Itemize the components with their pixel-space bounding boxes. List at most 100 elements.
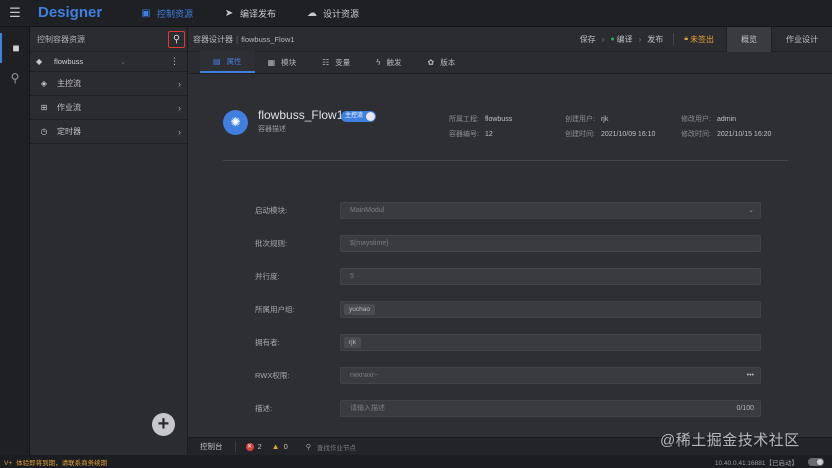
tree-item-job-flow[interactable]: ⊞ 作业流 › xyxy=(30,96,187,120)
chevron-down-icon: ⌄ xyxy=(748,207,754,214)
server-status: 10.40.0.41:16881【已启动】 xyxy=(715,457,832,467)
description-counter: 0/100 xyxy=(736,405,754,412)
owner-input[interactable]: rjk xyxy=(340,334,761,351)
rwx-value: rwxrwxr-- xyxy=(350,372,379,379)
batch-rule-value: ${maystime} xyxy=(350,240,389,247)
property-tabs: ▤ 属性 ▦ 模块 ☷ 变量 ϟ 触发 ✿ 版本 xyxy=(188,51,832,74)
form-row-owner: 拥有者: rjk xyxy=(188,334,832,351)
tree-item-label: 定时器 xyxy=(57,127,81,136)
rwx-label: RWX权限: xyxy=(255,371,290,380)
flow-name: flowbuss_Flow1 xyxy=(258,108,344,122)
tab-versions[interactable]: ✿ 版本 xyxy=(415,51,469,73)
start-module-select[interactable]: MainModul ⌄ xyxy=(340,202,761,219)
lock-icon: 🔒︎ xyxy=(684,35,688,42)
breadcrumb-leaf: flowbuss_Flow1 xyxy=(241,34,295,44)
form-row-user-group: 所属用户组: yuchao xyxy=(188,301,832,318)
description-placeholder: 请输入描述 xyxy=(350,405,385,412)
tree-item-timer[interactable]: ◷ 定时器 › xyxy=(30,120,187,144)
add-resource-button[interactable]: + xyxy=(152,413,175,436)
meta-key: 修改时间: xyxy=(681,131,711,138)
concurrency-input[interactable]: 5 xyxy=(340,268,761,285)
checkout-status[interactable]: 🔒︎ 未签出 xyxy=(684,34,714,45)
more-horizontal-icon[interactable]: ••• xyxy=(747,368,754,383)
arrow-right-icon: › xyxy=(601,34,605,44)
form-row-batch-rule: 批次规则: ${maystime} xyxy=(188,235,832,252)
resource-search-button[interactable]: ⚲ xyxy=(168,30,185,48)
top-nav: ▣ 控制资源 ➤ 编译发布 ☁ 设计资源 xyxy=(140,0,389,27)
nav-label: 设计资源 xyxy=(323,9,360,19)
meta-value: 2021/10/09 16:10 xyxy=(600,131,656,138)
job-node-search-placeholder: 查找作业节点 xyxy=(316,444,356,452)
tab-attributes[interactable]: ▤ 属性 xyxy=(200,51,255,73)
rail-folder[interactable]: ■ xyxy=(0,33,30,63)
tab-label: 变量 xyxy=(335,57,351,67)
owner-tag[interactable]: rjk xyxy=(344,337,361,348)
tab-job-design[interactable]: 作业设计 xyxy=(771,26,832,52)
resource-panel: 控制容器资源 ⚲ ◆ flowbuss ⌄ ⋮ ◈ 主控流 › ⊞ 作业流 › … xyxy=(30,27,188,455)
batch-rule-label: 批次规则: xyxy=(255,239,288,248)
tree-item-label: 作业流 xyxy=(57,103,81,112)
nav-control-resources[interactable]: ▣ 控制资源 xyxy=(140,0,193,27)
meta-key: 创建时间: xyxy=(565,131,595,138)
left-rail: ■ ⚲ xyxy=(0,27,30,455)
more-vertical-icon[interactable]: ⋮ xyxy=(170,56,179,67)
user-group-tag[interactable]: yuchao xyxy=(344,304,375,315)
meta-project: 所属工程: flowbuss xyxy=(449,114,512,124)
breadcrumb-root[interactable]: 容器设计器 xyxy=(193,35,233,44)
hamburger-menu-icon[interactable]: ☰ xyxy=(8,6,22,20)
meta-value: 12 xyxy=(484,131,493,138)
batch-rule-input[interactable]: ${maystime} xyxy=(340,235,761,252)
nav-compile-publish[interactable]: ➤ 编译发布 xyxy=(223,0,276,27)
version-icon: ✿ xyxy=(427,57,435,67)
tree-item-main-flow[interactable]: ◈ 主控流 › xyxy=(30,72,187,96)
top-bar: ☰ Designer ▣ 控制资源 ➤ 编译发布 ☁ 设计资源 xyxy=(0,0,832,27)
meta-container-no: 容器编号: 12 xyxy=(449,129,493,139)
flow-type-label: 主控流 xyxy=(345,113,364,119)
attributes-icon: ▤ xyxy=(213,56,221,66)
tab-label: 触发 xyxy=(386,57,402,67)
compile-button[interactable]: ● 编译 xyxy=(610,34,632,45)
designer-actions: 保存 › ● 编译 › 发布 🔒︎ 未签出 概览 作业设计 xyxy=(566,26,832,52)
user-group-input[interactable]: yuchao xyxy=(340,301,761,318)
tab-overview[interactable]: 概览 xyxy=(726,26,771,52)
rwx-input[interactable]: rwxrwxr-- ••• xyxy=(340,367,761,384)
variable-icon: ☷ xyxy=(322,57,330,67)
nav-design-resources[interactable]: ☁ 设计资源 xyxy=(306,0,359,27)
designer-header: 容器设计器 | flowbuss_Flow1 保存 › ● 编译 › 发布 🔒︎ 未… xyxy=(188,26,832,52)
trigger-icon: ϟ xyxy=(376,57,381,67)
chevron-right-icon: › xyxy=(178,102,181,113)
user-group-label: 所属用户组: xyxy=(255,305,295,314)
warning-count-value: 0 xyxy=(283,442,288,451)
divider xyxy=(673,33,675,45)
tab-triggers[interactable]: ϟ 触发 xyxy=(363,51,414,73)
flow-type-toggle[interactable]: 主控流 xyxy=(341,111,377,122)
breadcrumb-separator: | xyxy=(236,34,239,44)
meta-created: 创建时间: 2021/10/09 16:10 xyxy=(565,129,655,139)
main-flow-icon: ◈ xyxy=(40,79,48,88)
warning-icon: ▲ xyxy=(271,442,280,451)
nav-label: 控制资源 xyxy=(157,9,194,19)
save-button[interactable]: 保存 xyxy=(580,34,596,45)
meta-value: rjk xyxy=(600,116,609,123)
tab-modules[interactable]: ▦ 模块 xyxy=(255,51,310,73)
form-row-concurrency: 并行度: 5 xyxy=(188,268,832,285)
description-label: 描述: xyxy=(255,404,273,413)
console-toggle[interactable]: 控制台 xyxy=(188,441,236,452)
server-toggle[interactable] xyxy=(808,457,824,466)
compile-label: 编译 xyxy=(616,34,633,44)
meta-value: flowbuss xyxy=(484,116,513,123)
concurrency-label: 并行度: xyxy=(255,272,280,281)
form-row-rwx: RWX权限: rwxrwxr-- ••• xyxy=(188,367,832,384)
job-node-search[interactable]: ⚲ 查找作业节点 xyxy=(306,442,356,452)
error-count[interactable]: ✕ 2 xyxy=(245,442,262,451)
warning-count[interactable]: ▲ 0 xyxy=(272,442,288,451)
description-input[interactable]: 请输入描述 0/100 xyxy=(340,400,761,417)
rail-search[interactable]: ⚲ xyxy=(0,63,30,93)
container-designer: 容器设计器 | flowbuss_Flow1 保存 › ● 编译 › 发布 🔒︎ 未… xyxy=(188,26,832,437)
project-select[interactable]: ◆ flowbuss ⌄ ⋮ xyxy=(30,52,187,72)
publish-button[interactable]: 发布 xyxy=(647,34,663,45)
meta-key: 修改用户: xyxy=(681,116,711,123)
license-notice-text: 体验即将到期，请联系商务续期 xyxy=(16,459,108,467)
search-icon: ⚲ xyxy=(10,71,20,85)
tab-variables[interactable]: ☷ 变量 xyxy=(309,51,363,73)
